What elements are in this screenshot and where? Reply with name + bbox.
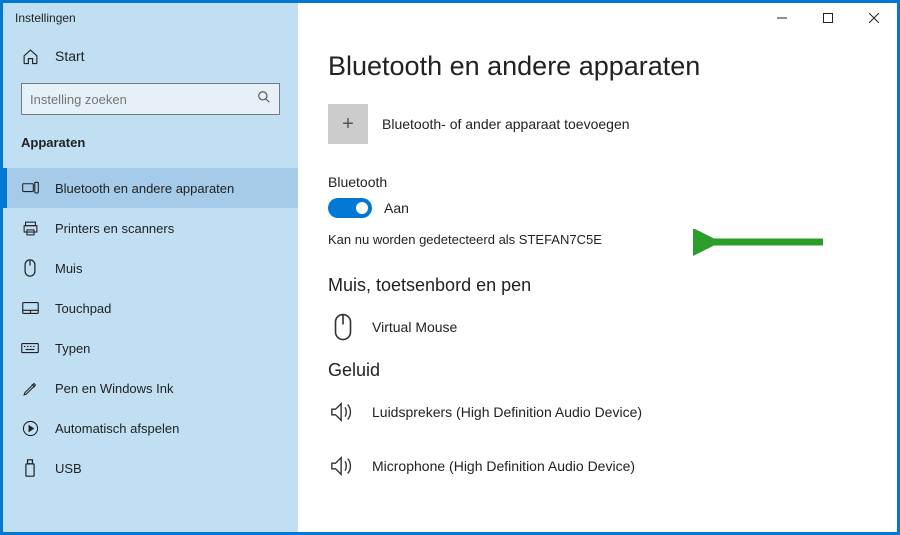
home-icon xyxy=(21,47,39,65)
speaker-icon xyxy=(328,451,358,481)
close-button[interactable] xyxy=(851,3,897,33)
sidebar-item-label: Pen en Windows Ink xyxy=(55,381,174,396)
search-icon xyxy=(257,90,271,109)
sidebar-item-label: Muis xyxy=(55,261,82,276)
sidebar-item-label: Bluetooth en andere apparaten xyxy=(55,181,234,196)
sidebar-item-usb[interactable]: USB xyxy=(3,448,298,488)
titlebar: Instellingen xyxy=(3,3,897,33)
group-mouse-heading: Muis, toetsenbord en pen xyxy=(328,275,867,296)
section-heading: Apparaten xyxy=(3,129,298,160)
device-label: Virtual Mouse xyxy=(372,319,457,335)
sidebar-item-label: Typen xyxy=(55,341,90,356)
sidebar-item-printers[interactable]: Printers en scanners xyxy=(3,208,298,248)
page-title: Bluetooth en andere apparaten xyxy=(328,51,867,82)
home-label: Start xyxy=(55,48,85,64)
device-microphone[interactable]: Microphone (High Definition Audio Device… xyxy=(328,445,867,499)
sidebar-item-autoplay[interactable]: Automatisch afspelen xyxy=(3,408,298,448)
device-label: Luidsprekers (High Definition Audio Devi… xyxy=(372,404,642,420)
main-panel: Bluetooth en andere apparaten + Bluetoot… xyxy=(298,33,897,532)
close-icon xyxy=(869,13,879,23)
plus-icon: + xyxy=(328,104,368,144)
bluetooth-heading: Bluetooth xyxy=(328,174,867,190)
bluetooth-toggle[interactable] xyxy=(328,198,372,218)
sidebar-item-label: Printers en scanners xyxy=(55,221,174,236)
autoplay-icon xyxy=(21,419,39,437)
minimize-button[interactable] xyxy=(759,3,805,33)
maximize-icon xyxy=(823,13,833,23)
minimize-icon xyxy=(777,13,787,23)
sidebar-item-mouse[interactable]: Muis xyxy=(3,248,298,288)
bluetooth-state: Aan xyxy=(384,200,409,216)
content: Start Apparaten Bluetooth en andere appa… xyxy=(3,33,897,532)
sidebar-item-typing[interactable]: Typen xyxy=(3,328,298,368)
maximize-button[interactable] xyxy=(805,3,851,33)
sidebar-item-touchpad[interactable]: Touchpad xyxy=(3,288,298,328)
sidebar: Start Apparaten Bluetooth en andere appa… xyxy=(3,33,298,532)
group-sound-heading: Geluid xyxy=(328,360,867,381)
touchpad-icon xyxy=(21,299,39,317)
add-device-label: Bluetooth- of ander apparaat toevoegen xyxy=(382,116,630,132)
mouse-icon xyxy=(21,259,39,277)
sidebar-item-bluetooth[interactable]: Bluetooth en andere apparaten xyxy=(3,168,298,208)
window-title: Instellingen xyxy=(3,11,76,25)
bluetooth-detect-text: Kan nu worden gedetecteerd als STEFAN7C5… xyxy=(328,232,867,247)
devices-icon xyxy=(21,179,39,197)
keyboard-icon xyxy=(21,339,39,357)
settings-window: Instellingen Start xyxy=(3,3,897,532)
search-input[interactable] xyxy=(30,92,257,107)
device-virtual-mouse[interactable]: Virtual Mouse xyxy=(328,306,867,360)
sidebar-item-label: USB xyxy=(55,461,82,476)
window-controls xyxy=(759,3,897,33)
sidebar-item-label: Touchpad xyxy=(55,301,111,316)
sidebar-item-pen[interactable]: Pen en Windows Ink xyxy=(3,368,298,408)
home-link[interactable]: Start xyxy=(3,37,298,75)
nav-list: Bluetooth en andere apparaten Printers e… xyxy=(3,168,298,488)
printer-icon xyxy=(21,219,39,237)
mouse-icon xyxy=(328,312,358,342)
bluetooth-toggle-row: Aan xyxy=(328,198,867,218)
speaker-icon xyxy=(328,397,358,427)
pen-icon xyxy=(21,379,39,397)
device-label: Microphone (High Definition Audio Device… xyxy=(372,458,635,474)
search-box[interactable] xyxy=(21,83,280,115)
add-device-button[interactable]: + Bluetooth- of ander apparaat toevoegen xyxy=(328,104,867,144)
usb-icon xyxy=(21,459,39,477)
device-speakers[interactable]: Luidsprekers (High Definition Audio Devi… xyxy=(328,391,867,445)
sidebar-item-label: Automatisch afspelen xyxy=(55,421,179,436)
